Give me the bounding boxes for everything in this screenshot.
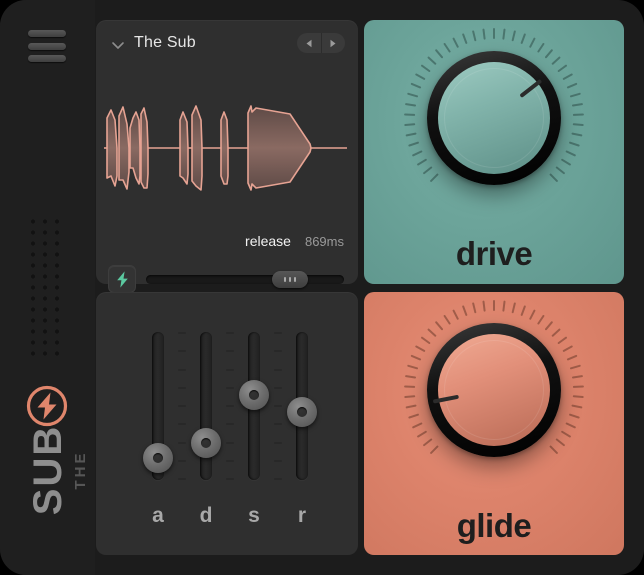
parameter-readout: release 869ms xyxy=(245,233,344,249)
knob-face xyxy=(438,334,550,446)
readout-value: 869ms xyxy=(305,234,344,249)
waveform-display[interactable] xyxy=(104,98,350,198)
tick-mark xyxy=(226,369,234,371)
hamburger-bar xyxy=(28,30,66,37)
tick-mark xyxy=(178,369,186,371)
grip-line xyxy=(284,277,286,282)
lightning-bolt-icon xyxy=(116,271,129,288)
drive-panel: drive xyxy=(364,20,624,284)
sustain-slider[interactable] xyxy=(248,332,260,480)
tick-mark xyxy=(274,405,282,407)
tick-mark xyxy=(274,478,282,480)
lightning-bolt-button[interactable] xyxy=(108,265,136,293)
hamburger-bar xyxy=(28,55,66,62)
decay-slider[interactable] xyxy=(200,332,212,480)
plugin-window: SUB THE The Sub xyxy=(0,0,644,575)
slider-ticks xyxy=(226,332,234,480)
tick-mark xyxy=(274,387,282,389)
tick-mark xyxy=(226,405,234,407)
preset-name: The Sub xyxy=(134,34,196,52)
tick-mark xyxy=(226,478,234,480)
hamburger-bar xyxy=(28,43,66,50)
triangle-right-icon xyxy=(329,39,337,48)
tick-mark xyxy=(226,423,234,425)
tick-mark xyxy=(274,369,282,371)
release-slider[interactable] xyxy=(296,332,308,480)
slider-ticks xyxy=(178,332,186,480)
waveform-path xyxy=(104,106,347,190)
tick-mark xyxy=(178,423,186,425)
tick-mark xyxy=(274,332,282,334)
preset-next-button[interactable] xyxy=(322,33,346,53)
drive-knob[interactable] xyxy=(388,12,600,224)
slider-handle[interactable] xyxy=(287,397,317,427)
slider-handle[interactable] xyxy=(239,380,269,410)
grip-line xyxy=(294,277,296,282)
knob-body[interactable] xyxy=(427,51,561,185)
tick-mark xyxy=(178,460,186,462)
tick-mark xyxy=(274,350,282,352)
chevron-down-icon[interactable] xyxy=(110,37,126,53)
tick-mark xyxy=(274,423,282,425)
slider-ticks xyxy=(274,332,282,480)
panel-header: The Sub xyxy=(96,20,358,70)
lightning-bolt-circle-icon xyxy=(26,385,68,427)
triangle-left-icon xyxy=(305,39,313,48)
adsr-label-d: d xyxy=(191,504,221,528)
tick-mark xyxy=(226,332,234,334)
speaker-grille xyxy=(27,216,63,356)
release-slider[interactable] xyxy=(146,275,344,284)
tick-mark xyxy=(226,350,234,352)
waveform-panel: The Sub xyxy=(96,20,358,284)
tick-mark xyxy=(178,350,186,352)
adsr-label-r: r xyxy=(287,504,317,528)
tick-mark xyxy=(274,460,282,462)
tick-mark xyxy=(226,387,234,389)
tick-mark xyxy=(178,405,186,407)
adsr-panel: adsr xyxy=(96,292,358,555)
slider-handle[interactable] xyxy=(191,428,221,458)
preset-nav-group xyxy=(297,33,345,53)
slider-handle[interactable] xyxy=(143,443,173,473)
tick-mark xyxy=(178,442,186,444)
attack-slider[interactable] xyxy=(152,332,164,480)
glide-label: glide xyxy=(364,507,624,545)
tick-mark xyxy=(274,442,282,444)
brand-secondary: THE xyxy=(72,400,89,540)
glide-panel: glide xyxy=(364,292,624,555)
sidebar: SUB THE xyxy=(0,0,95,575)
tick-mark xyxy=(226,460,234,462)
glide-knob[interactable] xyxy=(388,284,600,496)
slider-handle[interactable] xyxy=(272,271,308,288)
adsr-label-s: s xyxy=(239,504,269,528)
slider-track[interactable] xyxy=(146,275,344,284)
tick-mark xyxy=(178,478,186,480)
drive-label: drive xyxy=(364,235,624,273)
preset-prev-button[interactable] xyxy=(297,33,322,53)
hamburger-icon[interactable] xyxy=(28,30,66,62)
slider-track[interactable] xyxy=(200,332,212,480)
tick-mark xyxy=(226,442,234,444)
readout-label: release xyxy=(245,233,291,249)
grip-line xyxy=(289,277,291,282)
tick-mark xyxy=(178,387,186,389)
tick-mark xyxy=(178,332,186,334)
knob-body[interactable] xyxy=(427,323,561,457)
adsr-label-a: a xyxy=(143,504,173,528)
